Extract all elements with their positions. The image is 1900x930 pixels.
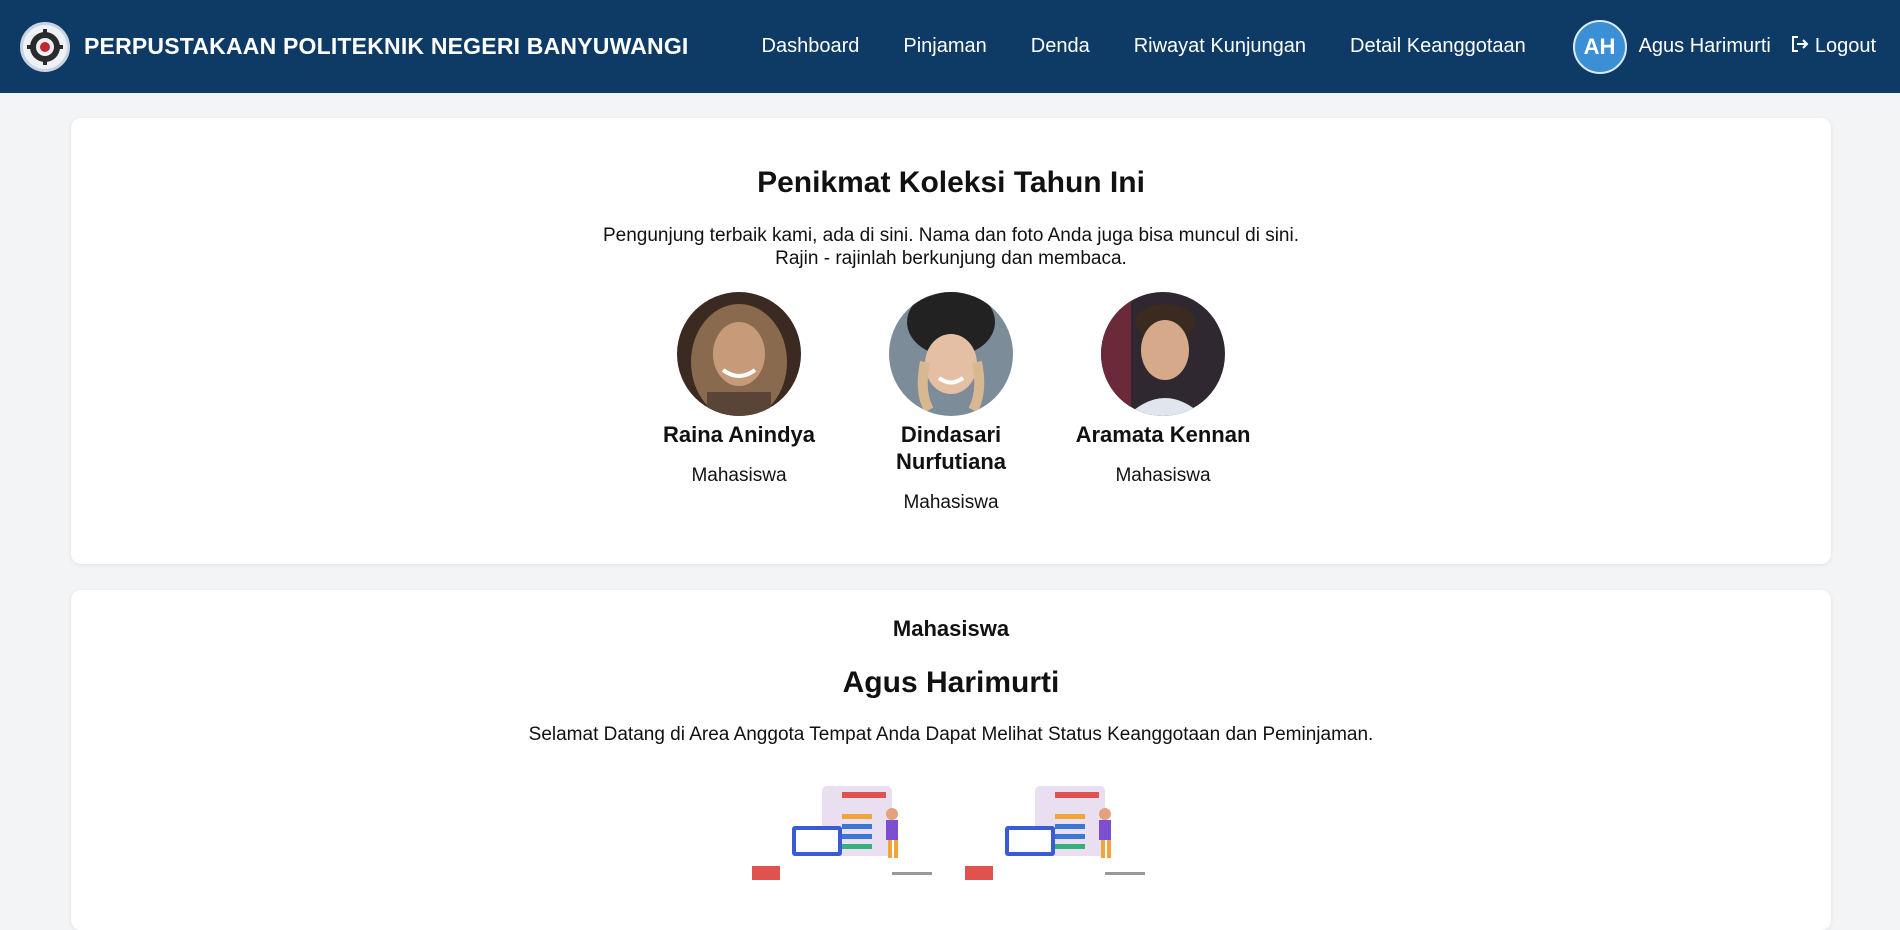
dashboard-illustration (752, 784, 937, 884)
top-readers-subtitle: Pengunjung terbaik kami, ada di sini. Na… (71, 224, 1831, 270)
reader-name: Aramata Kennan (1075, 422, 1251, 447)
reader-role: Mahasiswa (1115, 465, 1211, 486)
user-area: AH Agus Harimurti Logout (1572, 19, 1876, 74)
reader-role: Mahasiswa (903, 492, 999, 513)
dashboard-illustration (965, 784, 1150, 884)
top-navbar: PERPUSTAKAAN POLITEKNIK NEGERI BANYUWANG… (0, 0, 1900, 93)
logout-label: Logout (1814, 35, 1876, 57)
member-welcome-card: Mahasiswa Agus Harimurti Selamat Datang … (71, 590, 1831, 930)
top-readers-card: Penikmat Koleksi Tahun Ini Pengunjung te… (71, 118, 1831, 564)
reader-name: Dindasari Nurfutiana (896, 422, 1006, 474)
member-role: Mahasiswa (892, 616, 1010, 641)
reader-photo (1101, 292, 1225, 416)
reader-item: Dindasari Nurfutiana Mahasiswa (845, 292, 1057, 514)
welcome-message: Selamat Datang di Area Anggota Tempat An… (528, 724, 1374, 745)
nav-detail-keanggotaan[interactable]: Detail Keanggotaan (1350, 35, 1526, 58)
subtitle-line-2: Rajin - rajinlah berkunjung dan membaca. (775, 248, 1127, 269)
subtitle-line-1: Pengunjung terbaik kami, ada di sini. Na… (602, 225, 1300, 246)
illustration-row (71, 784, 1831, 884)
user-name[interactable]: Agus Harimurti (1639, 35, 1771, 58)
nav-pinjaman[interactable]: Pinjaman (903, 35, 986, 58)
brand-title: PERPUSTAKAAN POLITEKNIK NEGERI BANYUWANG… (84, 33, 689, 59)
library-logo-icon (20, 21, 70, 72)
member-name: Agus Harimurti (842, 666, 1060, 699)
logout-button[interactable]: Logout (1791, 35, 1876, 59)
nav-dashboard[interactable]: Dashboard (762, 35, 860, 58)
brand[interactable]: PERPUSTAKAAN POLITEKNIK NEGERI BANYUWANG… (20, 21, 689, 72)
nav-denda[interactable]: Denda (1031, 35, 1090, 58)
reader-role: Mahasiswa (691, 465, 787, 486)
top-readers-list: Raina Anindya Mahasiswa Dindasari Nurfut… (71, 292, 1831, 514)
reader-item: Aramata Kennan Mahasiswa (1057, 292, 1269, 514)
reader-photo (677, 292, 801, 416)
main-nav: Dashboard Pinjaman Denda Riwayat Kunjung… (762, 35, 1526, 58)
reader-photo (889, 292, 1013, 416)
nav-riwayat-kunjungan[interactable]: Riwayat Kunjungan (1134, 35, 1306, 58)
logout-icon (1791, 35, 1811, 59)
user-avatar[interactable]: AH (1572, 19, 1627, 74)
top-readers-title: Penikmat Koleksi Tahun Ini (757, 166, 1145, 199)
reader-name: Raina Anindya (663, 422, 815, 447)
reader-item: Raina Anindya Mahasiswa (633, 292, 845, 514)
